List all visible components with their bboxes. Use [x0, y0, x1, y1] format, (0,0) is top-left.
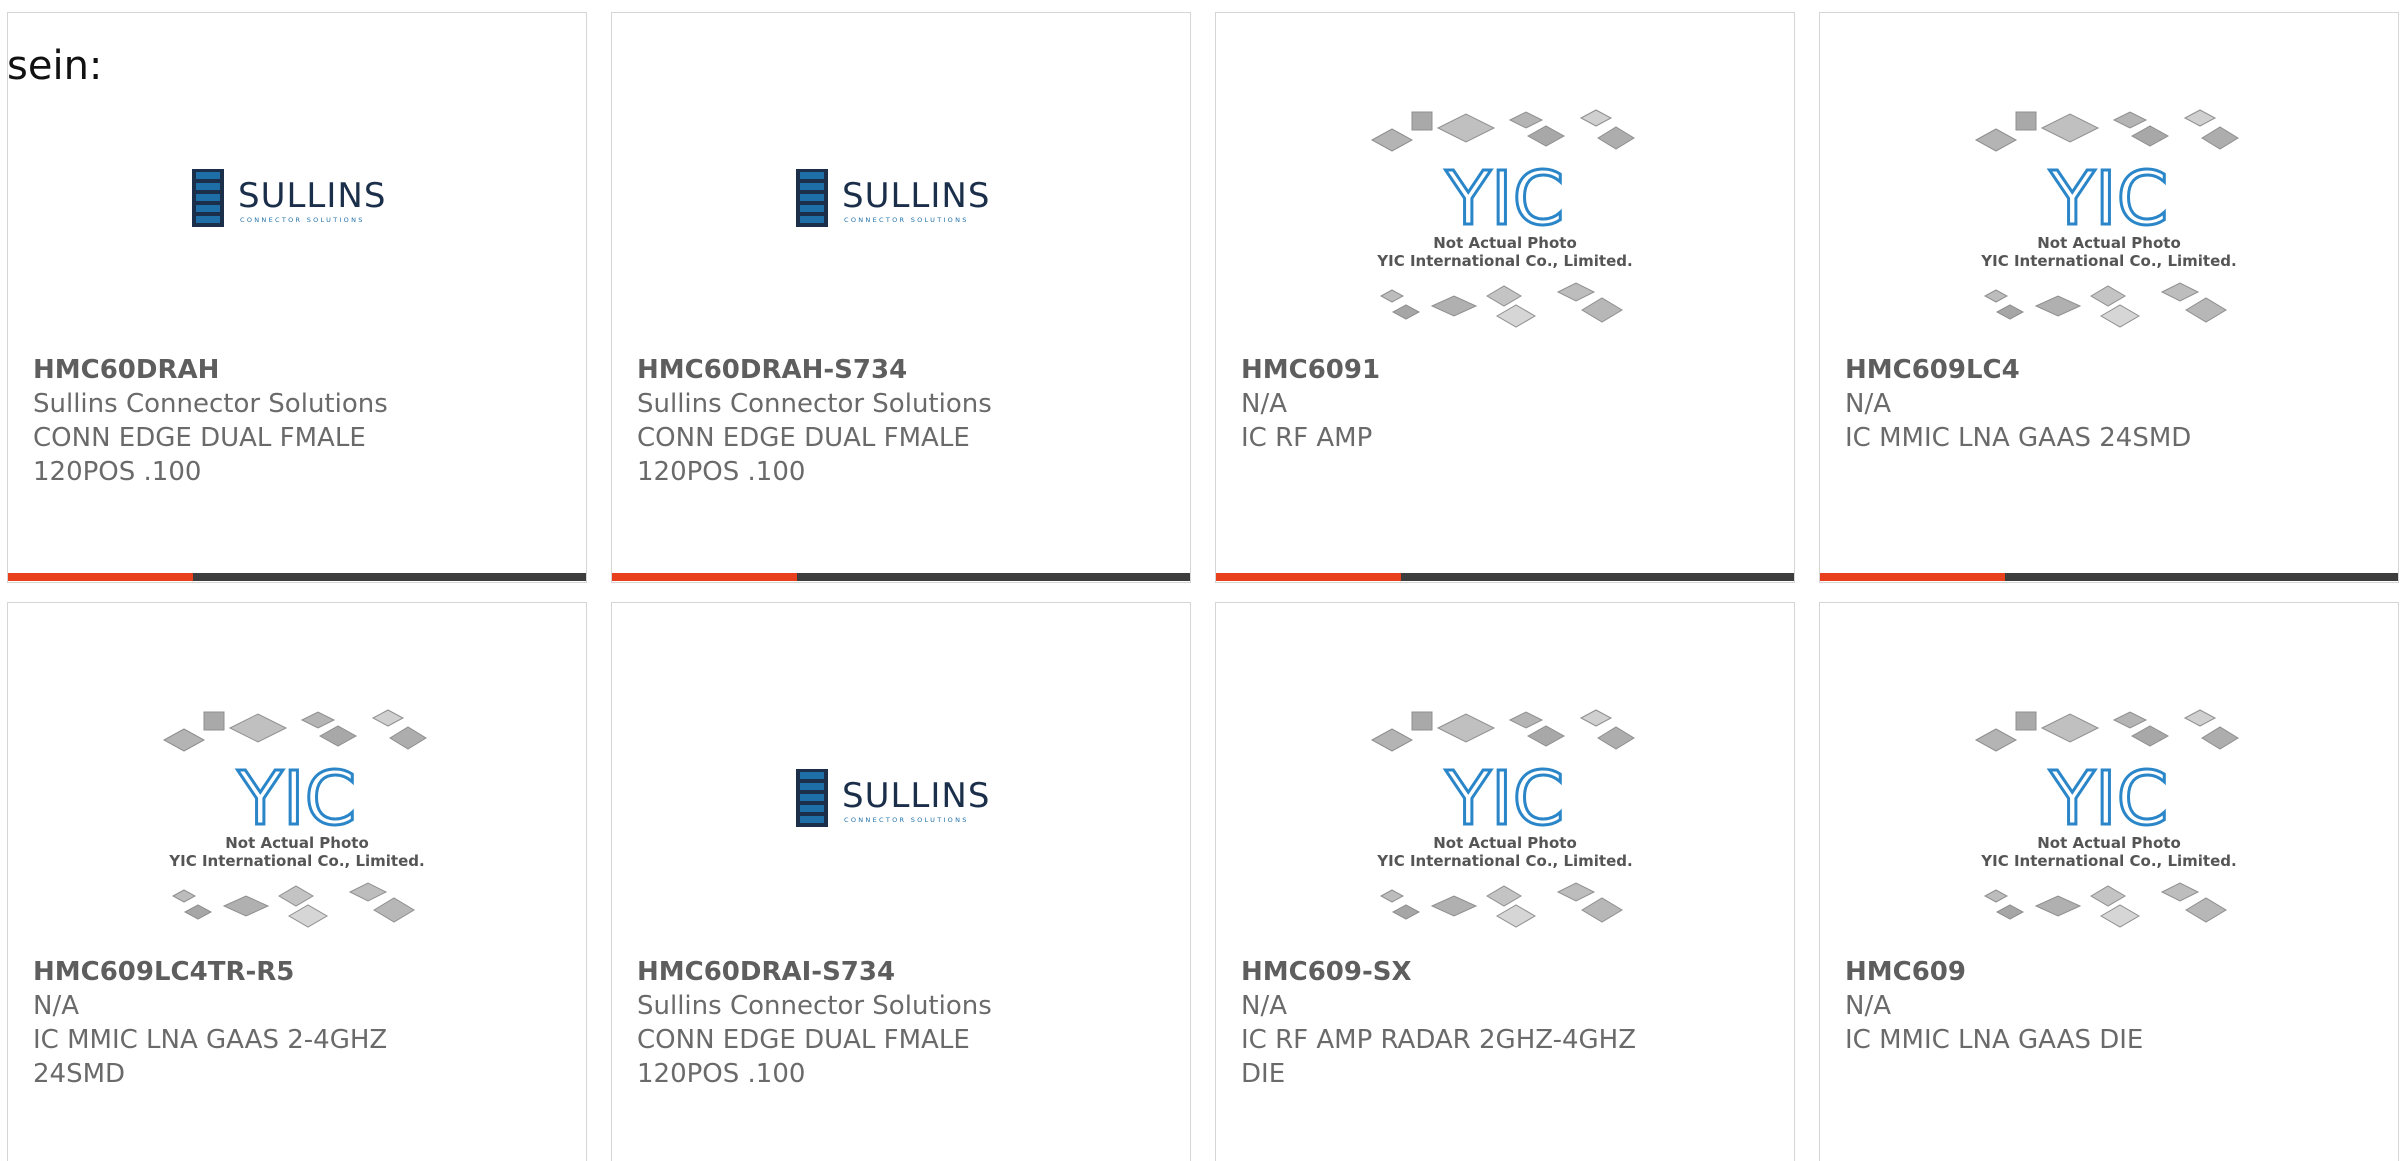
- yic-caption-not-actual-photo: Not Actual Photo: [1433, 834, 1577, 852]
- product-manufacturer: N/A: [1241, 389, 1287, 419]
- yic-logo-mark: YIC: [1445, 156, 1565, 242]
- product-part-number[interactable]: HMC609LC4TR-R5: [33, 955, 566, 989]
- yic-caption-not-actual-photo: Not Actual Photo: [2037, 834, 2181, 852]
- product-manufacturer: Sullins Connector Solutions: [33, 389, 388, 419]
- sullins-tagline: CONNECTOR SOLUTIONS: [844, 816, 969, 824]
- carousel-progress-bar: [8, 573, 586, 581]
- sullins-logo: SULLINSCONNECTOR SOLUTIONS: [192, 169, 386, 227]
- product-info: HMC609LC4TR-R5 N/A IC MMIC LNA GAAS 2-4G…: [33, 955, 566, 1091]
- product-card[interactable]: YIC Not Actual Photo YIC International Co.…: [1215, 602, 1795, 1161]
- product-manufacturer: Sullins Connector Solutions: [637, 991, 992, 1021]
- product-description-cont: 120POS .100: [637, 1059, 806, 1089]
- product-description-cont: 24SMD: [33, 1059, 126, 1089]
- product-description: IC MMIC LNA GAAS 2-4GHZ: [33, 1025, 388, 1055]
- product-info: HMC609-SX N/A IC RF AMP RADAR 2GHZ-4GHZ …: [1241, 955, 1774, 1091]
- progress-fill: [1216, 573, 1401, 581]
- product-image[interactable]: SULLINS CONNECTOR SOLUTIONS: [8, 88, 586, 358]
- product-part-number[interactable]: HMC60DRAI-S734: [637, 955, 1170, 989]
- product-info: HMC6091 N/A IC RF AMP: [1241, 353, 1774, 455]
- product-description: IC RF AMP RADAR 2GHZ-4GHZ: [1241, 1025, 1637, 1055]
- product-info: HMC609LC4 N/A IC MMIC LNA GAAS 24SMD: [1845, 353, 2378, 455]
- sullins-logo: SULLINSCONNECTOR SOLUTIONS: [796, 169, 990, 227]
- yic-placeholder-image: YICNot Actual PhotoYIC International Co.…: [162, 709, 427, 928]
- yic-caption-not-actual-photo: Not Actual Photo: [1433, 234, 1577, 252]
- sullins-logo: SULLINSCONNECTOR SOLUTIONS: [796, 769, 990, 827]
- product-image[interactable]: YIC Not Actual Photo YIC International Co.…: [1216, 88, 1794, 358]
- product-image[interactable]: YIC Not Actual Photo YIC International Co.…: [8, 688, 586, 958]
- sullins-tagline: CONNECTOR SOLUTIONS: [240, 216, 365, 224]
- product-description: CONN EDGE DUAL FMALE: [33, 423, 366, 453]
- product-description: IC MMIC LNA GAAS 24SMD: [1845, 423, 2192, 453]
- yic-logo-mark: YIC: [1445, 756, 1565, 842]
- progress-fill: [612, 573, 797, 581]
- product-manufacturer: Sullins Connector Solutions: [637, 389, 992, 419]
- page-fragment-label: sein:: [7, 43, 103, 89]
- product-description: IC MMIC LNA GAAS DIE: [1845, 1025, 2144, 1055]
- product-part-number[interactable]: HMC60DRAH: [33, 353, 566, 387]
- product-part-number[interactable]: HMC60DRAH-S734: [637, 353, 1170, 387]
- product-image[interactable]: YIC Not Actual Photo YIC International Co.…: [1216, 688, 1794, 958]
- yic-placeholder-image: YICNot Actual PhotoYIC International Co.…: [1974, 109, 2239, 328]
- product-part-number[interactable]: HMC6091: [1241, 353, 1774, 387]
- product-manufacturer: N/A: [33, 991, 79, 1021]
- product-part-number[interactable]: HMC609-SX: [1241, 955, 1774, 989]
- yic-caption-not-actual-photo: Not Actual Photo: [2037, 234, 2181, 252]
- product-description-cont: 120POS .100: [33, 457, 202, 487]
- sullins-tagline: CONNECTOR SOLUTIONS: [844, 216, 969, 224]
- yic-caption-company: YIC International Co., Limited.: [1980, 852, 2236, 870]
- product-description: CONN EDGE DUAL FMALE: [637, 1025, 970, 1055]
- yic-caption-company: YIC International Co., Limited.: [1980, 252, 2236, 270]
- product-image[interactable]: SULLINS CONNECTOR SOLUTIONS: [612, 688, 1190, 958]
- yic-logo-mark: YIC: [2049, 756, 2169, 842]
- carousel-progress-bar: [612, 573, 1190, 581]
- product-info: HMC609 N/A IC MMIC LNA GAAS DIE: [1845, 955, 2378, 1057]
- product-card[interactable]: YIC Not Actual Photo YIC International Co.…: [1215, 12, 1795, 583]
- progress-fill: [8, 573, 193, 581]
- carousel-progress-bar: [1820, 573, 2398, 581]
- sullins-wordmark: SULLINS: [842, 176, 990, 216]
- product-info: HMC60DRAI-S734 Sullins Connector Solutio…: [637, 955, 1170, 1091]
- sullins-wordmark: SULLINS: [842, 776, 990, 816]
- yic-caption-company: YIC International Co., Limited.: [168, 852, 424, 870]
- product-info: HMC60DRAH-S734 Sullins Connector Solutio…: [637, 353, 1170, 489]
- yic-placeholder-image: YICNot Actual PhotoYIC International Co.…: [1370, 709, 1635, 928]
- product-card[interactable]: YIC Not Actual Photo YIC International Co.…: [7, 602, 587, 1161]
- yic-caption-not-actual-photo: Not Actual Photo: [225, 834, 369, 852]
- progress-fill: [1820, 573, 2005, 581]
- product-card[interactable]: SULLINS CONNECTOR SOLUTIONS HMC60DRAH Sul…: [7, 12, 587, 583]
- product-card[interactable]: SULLINS CONNECTOR SOLUTIONS HMC60DRAH-S73…: [611, 12, 1191, 583]
- product-part-number[interactable]: HMC609LC4: [1845, 353, 2378, 387]
- product-image[interactable]: YIC Not Actual Photo YIC International Co.…: [1820, 88, 2398, 358]
- product-description: CONN EDGE DUAL FMALE: [637, 423, 970, 453]
- product-description: IC RF AMP: [1241, 423, 1373, 453]
- product-grid-page: sein: SULLINS CONNECTOR SOLUTIONS HMC60DR…: [0, 0, 2404, 1161]
- product-image[interactable]: YIC Not Actual Photo YIC International Co.…: [1820, 688, 2398, 958]
- product-manufacturer: N/A: [1845, 389, 1891, 419]
- product-card[interactable]: YIC Not Actual Photo YIC International Co.…: [1819, 602, 2399, 1161]
- product-description-cont: DIE: [1241, 1059, 1286, 1089]
- carousel-progress-bar: [1216, 573, 1794, 581]
- yic-caption-company: YIC International Co., Limited.: [1376, 252, 1632, 270]
- product-info: HMC60DRAH Sullins Connector Solutions CO…: [33, 353, 566, 489]
- product-manufacturer: N/A: [1241, 991, 1287, 1021]
- product-part-number[interactable]: HMC609: [1845, 955, 2378, 989]
- sullins-wordmark: SULLINS: [238, 176, 386, 216]
- product-description-cont: 120POS .100: [637, 457, 806, 487]
- product-image[interactable]: SULLINS CONNECTOR SOLUTIONS: [612, 88, 1190, 358]
- yic-placeholder-image: YICNot Actual PhotoYIC International Co.…: [1370, 109, 1635, 328]
- product-manufacturer: N/A: [1845, 991, 1891, 1021]
- yic-placeholder-image: YICNot Actual PhotoYIC International Co.…: [1974, 709, 2239, 928]
- yic-logo-mark: YIC: [237, 756, 357, 842]
- product-card[interactable]: SULLINS CONNECTOR SOLUTIONS HMC60DRAI-S73…: [611, 602, 1191, 1161]
- yic-caption-company: YIC International Co., Limited.: [1376, 852, 1632, 870]
- product-card[interactable]: YIC Not Actual Photo YIC International Co.…: [1819, 12, 2399, 583]
- yic-logo-mark: YIC: [2049, 156, 2169, 242]
